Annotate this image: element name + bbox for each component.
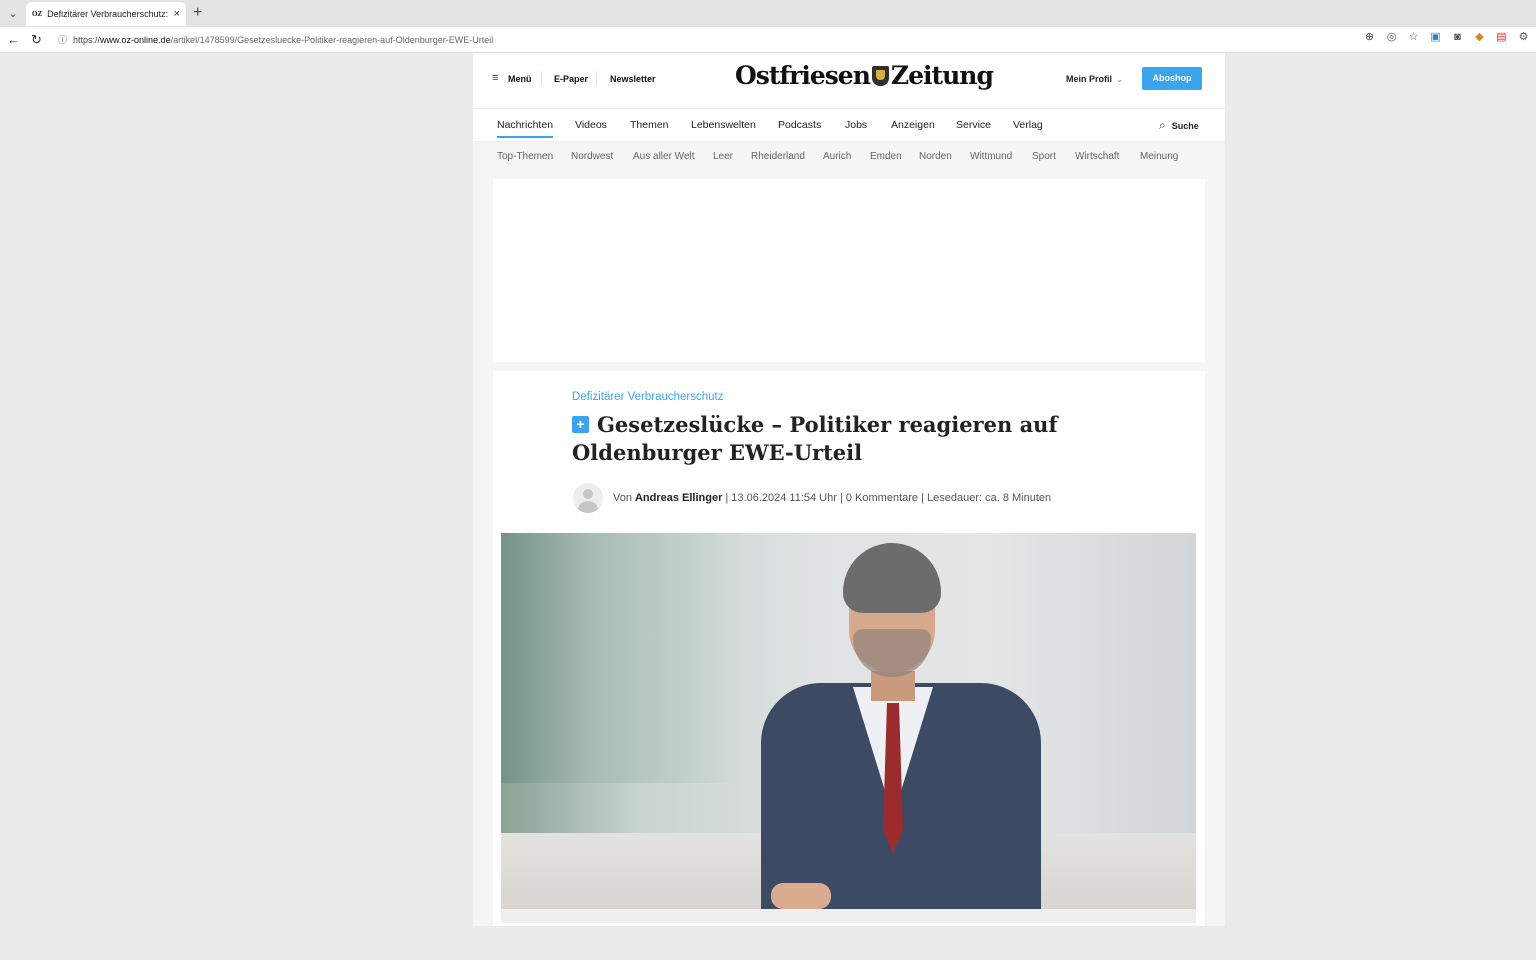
search-icon: ⌕ [1159, 118, 1166, 132]
shield-icon[interactable]: ▤ [1495, 31, 1508, 44]
browser-tab-active[interactable]: OZ Defizitärer Verbraucherschutz: Ge × [26, 2, 186, 26]
main-navigation: Nachrichten Videos Themen Lebenswelten P… [473, 109, 1225, 141]
webpage: ≡ Menü E-Paper Newsletter Ostfriesen Zei… [473, 53, 1225, 926]
epaper-link[interactable]: E-Paper [554, 74, 588, 84]
extension-icon[interactable]: ◆ [1473, 31, 1486, 44]
nav-item-themen[interactable]: Themen [630, 119, 669, 131]
url-path: /artikel/1478599/Gesetzesluecke-Politike… [170, 34, 494, 45]
subnav-item-aurich[interactable]: Aurich [823, 151, 851, 162]
tab-close-icon[interactable]: × [174, 8, 180, 20]
url-host: www.oz-online.de [100, 34, 171, 45]
tab-title: Defizitärer Verbraucherschutz: Ge [47, 9, 170, 19]
author-avatar [573, 483, 603, 513]
plus-badge-icon: + [572, 416, 589, 433]
photo-desk [501, 909, 1196, 923]
article-meta: | 13.06.2024 11:54 Uhr | 0 Kommentare | … [725, 492, 1052, 504]
search-label: Suche [1171, 120, 1199, 131]
nav-item-anzeigen[interactable]: Anzeigen [891, 119, 935, 131]
settings-icon[interactable]: ⚙ [1517, 31, 1530, 44]
subnav-item-leer[interactable]: Leer [713, 151, 733, 162]
site-logo[interactable]: Ostfriesen Zeitung [735, 61, 994, 90]
photo-background [501, 533, 741, 783]
subnav-item-rheiderland[interactable]: Rheiderland [751, 151, 805, 162]
crest-icon [871, 65, 889, 86]
address-bar[interactable]: ⓘ https://www.oz-online.de/artikel/14785… [52, 30, 1387, 49]
sync-icon[interactable]: ▣ [1429, 31, 1442, 44]
back-icon[interactable]: ← [7, 32, 20, 47]
portrait-hands [771, 883, 831, 909]
nav-item-service[interactable]: Service [956, 119, 991, 131]
new-tab-button[interactable]: + [193, 4, 202, 22]
browser-tabbar: ⌄ OZ Defizitärer Verbraucherschutz: Ge ×… [0, 0, 1536, 27]
article: Defizitärer Verbraucherschutz + Gesetzesl… [493, 371, 1205, 926]
subnav-item-wittmund[interactable]: Wittmund [970, 151, 1012, 162]
toolbar-icons: ⊕ ◎ ☆ ▣ ◙ ◆ ▤ ⚙ [1363, 31, 1536, 44]
nav-item-verlag[interactable]: Verlag [1013, 119, 1043, 131]
logo-text-right: Zeitung [890, 61, 994, 90]
chevron-down-icon: ⌄ [1116, 74, 1124, 84]
tab-list-icon[interactable]: ⌄ [4, 5, 22, 23]
site-info-icon[interactable]: ⓘ [58, 33, 67, 46]
profile-label: Mein Profil [1066, 74, 1113, 84]
search-button[interactable]: ⌕ Suche [1159, 118, 1199, 133]
byline-prefix: Von [613, 492, 632, 504]
browser-toolbar: ← ↻ ⓘ https://www.oz-online.de/artikel/1… [0, 27, 1536, 53]
article-byline: Von Andreas Ellinger | 13.06.2024 11:54 … [573, 483, 1051, 513]
url-prefix: https:// [73, 34, 101, 45]
nav-item-lebenswelten[interactable]: Lebenswelten [691, 119, 756, 131]
subnav-item-nordwest[interactable]: Nordwest [571, 151, 613, 162]
nav-item-jobs[interactable]: Jobs [845, 119, 867, 131]
nav-item-podcasts[interactable]: Podcasts [778, 119, 821, 131]
hamburger-menu-icon[interactable]: ≡ [492, 72, 498, 84]
header-divider [541, 71, 542, 85]
profile-menu[interactable]: Mein Profil ⌄ [1066, 74, 1124, 85]
subnav-item-norden[interactable]: Norden [919, 151, 952, 162]
logo-text-left: Ostfriesen [735, 61, 871, 90]
nav-item-nachrichten[interactable]: Nachrichten [497, 119, 554, 138]
star-icon[interactable]: ☆ [1407, 31, 1420, 44]
subnav-item-wirtschaft[interactable]: Wirtschaft [1075, 151, 1119, 162]
zoom-icon[interactable]: ⊕ [1363, 31, 1376, 44]
article-headline: + Gesetzeslücke – Politiker reagieren auf… [572, 411, 1132, 467]
article-kicker[interactable]: Defizitärer Verbraucherschutz [572, 391, 723, 403]
menu-button[interactable]: Menü [508, 74, 532, 84]
article-photo[interactable] [501, 533, 1196, 923]
newsletter-link[interactable]: Newsletter [610, 74, 656, 84]
site-favicon-icon: OZ [32, 10, 43, 18]
reload-icon[interactable]: ↻ [31, 32, 42, 48]
headline-text: Gesetzeslücke – Politiker reagieren auf … [572, 412, 1058, 465]
subnav-item-top-themen[interactable]: Top-Themen [497, 151, 553, 162]
author-name[interactable]: Andreas Ellinger [635, 492, 722, 504]
advertisement-slot [493, 179, 1205, 362]
subnav-item-emden[interactable]: Emden [870, 151, 902, 162]
portrait-beard [853, 629, 931, 677]
site-header: ≡ Menü E-Paper Newsletter Ostfriesen Zei… [473, 53, 1225, 109]
subnav-item-meinung[interactable]: Meinung [1140, 151, 1178, 162]
aboshop-button[interactable]: Aboshop [1142, 67, 1202, 90]
reader-icon[interactable]: ◎ [1385, 31, 1398, 44]
header-divider [596, 71, 597, 85]
sub-navigation: Top-Themen Nordwest Aus aller Welt Leer … [473, 141, 1225, 171]
subnav-item-aus-aller-welt[interactable]: Aus aller Welt [633, 151, 695, 162]
subnav-item-sport[interactable]: Sport [1032, 151, 1056, 162]
nav-item-videos[interactable]: Videos [575, 119, 607, 131]
screenshot-icon[interactable]: ◙ [1451, 31, 1464, 44]
portrait-person [761, 543, 1041, 923]
portrait-hair [843, 543, 941, 613]
